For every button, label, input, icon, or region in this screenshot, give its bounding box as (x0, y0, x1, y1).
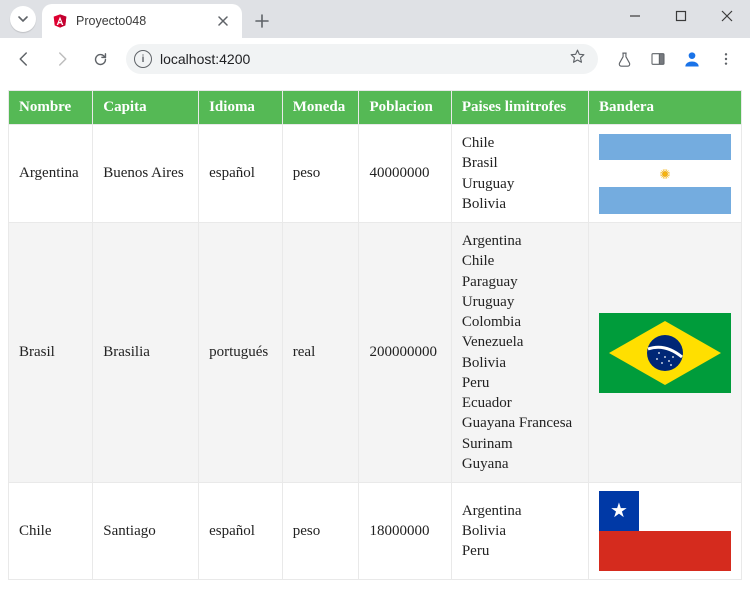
cell-moneda: real (282, 223, 359, 483)
window-close-button[interactable] (704, 0, 750, 32)
cell-capital: Buenos Aires (93, 125, 199, 223)
flag-brasil (599, 313, 731, 393)
cell-bandera (589, 125, 742, 223)
dots-vertical-icon (718, 51, 734, 67)
sun-of-may-icon (655, 164, 675, 184)
profile-icon (682, 49, 702, 69)
tab-close-button[interactable] (218, 13, 228, 29)
cell-bandera: ★ (589, 483, 742, 580)
table-header-row: Nombre Capita Idioma Moneda Poblacion Pa… (9, 91, 742, 125)
border-country: Argentina (462, 231, 578, 251)
cell-moneda: peso (282, 125, 359, 223)
border-country: Uruguay (462, 292, 578, 312)
border-country: Ecuador (462, 393, 578, 413)
tab-search-button[interactable] (10, 6, 36, 32)
table-row: ChileSantiagoespañolpeso18000000Argentin… (9, 483, 742, 580)
cell-poblacion: 200000000 (359, 223, 451, 483)
th-nombre: Nombre (9, 91, 93, 125)
border-country: Chile (462, 251, 578, 271)
star-icon (569, 48, 586, 65)
border-country: Uruguay (462, 174, 578, 194)
close-icon (218, 16, 228, 26)
cell-nombre: Chile (9, 483, 93, 580)
new-tab-button[interactable] (248, 7, 276, 35)
th-bandera: Bandera (589, 91, 742, 125)
flag-argentina (599, 134, 731, 214)
titlebar: Proyecto048 (0, 0, 750, 38)
cell-capital: Brasilia (93, 223, 199, 483)
page-viewport: Nombre Capita Idioma Moneda Poblacion Pa… (0, 80, 750, 611)
browser-tab[interactable]: Proyecto048 (42, 4, 242, 38)
cell-nombre: Argentina (9, 125, 93, 223)
cell-poblacion: 18000000 (359, 483, 451, 580)
side-panel-button[interactable] (642, 43, 674, 75)
border-country: Venezuela (462, 332, 578, 352)
nav-back-button[interactable] (8, 43, 40, 75)
star-icon: ★ (610, 501, 628, 521)
toolbar-right-actions (608, 43, 742, 75)
border-country: Chile (462, 133, 578, 153)
chevron-down-icon (17, 13, 29, 25)
border-country: Bolivia (462, 353, 578, 373)
flask-icon (616, 51, 633, 68)
cell-poblacion: 40000000 (359, 125, 451, 223)
cell-moneda: peso (282, 483, 359, 580)
flag-chile: ★ (599, 491, 731, 571)
border-country: Bolivia (462, 194, 578, 214)
angular-favicon-icon (52, 13, 68, 29)
th-idioma: Idioma (199, 91, 283, 125)
cell-nombre: Brasil (9, 223, 93, 483)
cell-limitrofes: ArgentinaChileParaguayUruguayColombiaVen… (451, 223, 588, 483)
browser-chrome: Proyecto048 i localhost:4200 (0, 0, 750, 80)
close-icon (721, 10, 733, 22)
plus-icon (255, 14, 269, 28)
kebab-menu-button[interactable] (710, 43, 742, 75)
reload-icon (92, 51, 109, 68)
th-moneda: Moneda (282, 91, 359, 125)
table-row: ArgentinaBuenos Airesespañolpeso40000000… (9, 125, 742, 223)
table-row: BrasilBrasiliaportuguésreal200000000Arge… (9, 223, 742, 483)
site-info-icon[interactable]: i (134, 50, 152, 68)
arrow-left-icon (15, 50, 33, 68)
border-country: Colombia (462, 312, 578, 332)
border-country: Bolivia (462, 521, 578, 541)
countries-table: Nombre Capita Idioma Moneda Poblacion Pa… (8, 90, 742, 580)
url-text: localhost:4200 (160, 51, 250, 67)
nav-reload-button[interactable] (84, 43, 116, 75)
border-country: Guayana Francesa (462, 413, 578, 433)
profile-button[interactable] (676, 43, 708, 75)
border-country: Guyana (462, 454, 578, 474)
border-country: Peru (462, 373, 578, 393)
arrow-right-icon (53, 50, 71, 68)
cell-idioma: portugués (199, 223, 283, 483)
window-maximize-button[interactable] (658, 0, 704, 32)
window-minimize-button[interactable] (612, 0, 658, 32)
side-panel-icon (650, 51, 666, 67)
cell-bandera (589, 223, 742, 483)
border-country: Peru (462, 541, 578, 561)
labs-button[interactable] (608, 43, 640, 75)
nav-forward-button[interactable] (46, 43, 78, 75)
address-bar[interactable]: i localhost:4200 (126, 44, 598, 74)
cell-limitrofes: ChileBrasilUruguayBolivia (451, 125, 588, 223)
minimize-icon (629, 10, 641, 22)
browser-toolbar: i localhost:4200 (0, 38, 750, 80)
cell-limitrofes: ArgentinaBoliviaPeru (451, 483, 588, 580)
border-country: Argentina (462, 501, 578, 521)
cell-idioma: español (199, 125, 283, 223)
maximize-icon (675, 10, 687, 22)
th-capital: Capita (93, 91, 199, 125)
border-country: Brasil (462, 153, 578, 173)
window-controls (612, 0, 750, 32)
border-country: Paraguay (462, 272, 578, 292)
cell-capital: Santiago (93, 483, 199, 580)
tab-title: Proyecto048 (76, 14, 210, 28)
cell-idioma: español (199, 483, 283, 580)
th-limitrofes: Paises limitrofes (451, 91, 588, 125)
th-poblacion: Poblacion (359, 91, 451, 125)
border-country: Surinam (462, 434, 578, 454)
bookmark-button[interactable] (569, 48, 586, 70)
